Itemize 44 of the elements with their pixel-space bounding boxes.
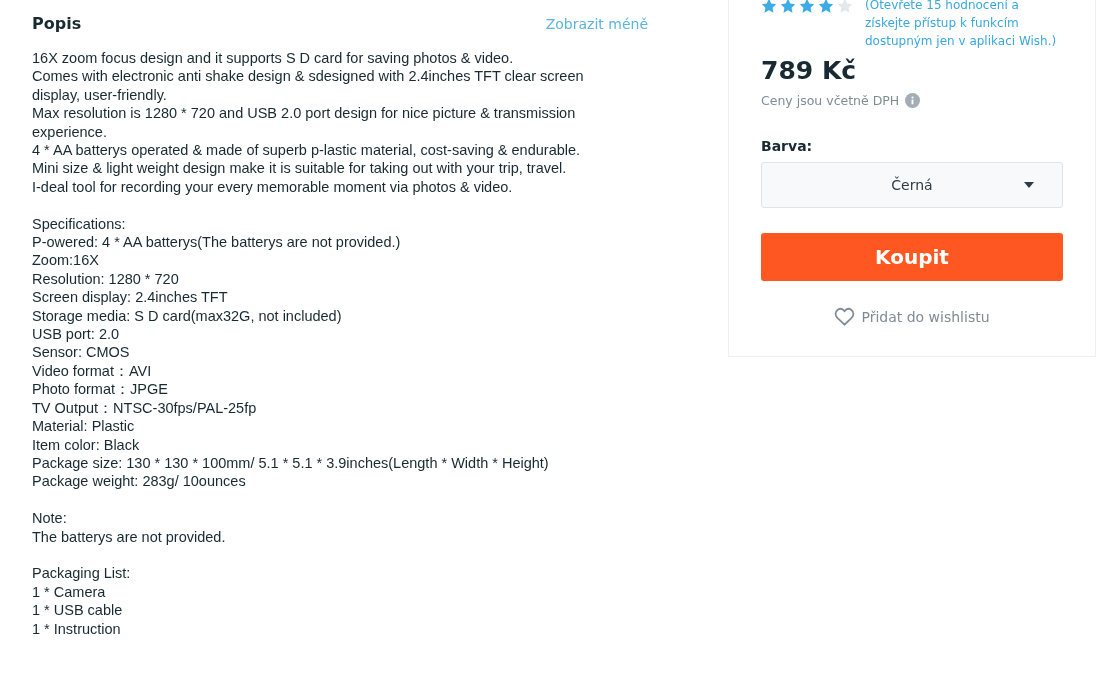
color-select[interactable]: Černá <box>761 162 1063 208</box>
description-line: Sensor: CMOS <box>32 343 131 362</box>
empty-star-icon <box>837 0 853 14</box>
description-line: Max resolution is 1280 * 720 and USB 2.0 port design for nice picture & transmission experience. <box>32 104 577 142</box>
heart-icon <box>834 307 856 326</box>
color-label: Barva: <box>761 138 814 154</box>
description-line: Material: Plastic <box>32 417 136 436</box>
description-line: 16X zoom focus design and it supports S D card for saving photos & video. <box>32 49 515 68</box>
description-line: 4 * AA batterys operated & made of superb p-lastic material, cost-saving & endurable. <box>32 141 582 160</box>
description-line: Screen display: 2.4inches TFT <box>32 288 229 307</box>
description-line: 1 * Camera <box>32 582 107 602</box>
section-title: Popis <box>32 14 82 33</box>
description-line: Item color: Black <box>32 435 141 454</box>
description-line: USB port: 2.0 <box>32 325 121 344</box>
description-line: I-deal tool for recording your every memorable moment via photos & video. <box>32 177 514 197</box>
vat-note: Ceny jsou včetně DPH <box>761 93 900 108</box>
description-line: Storage media: S D card(max32G, not included) <box>32 306 343 326</box>
description-line: 1 * Instruction <box>32 619 122 638</box>
description-line: Resolution: 1280 * 720 <box>32 269 180 289</box>
caret-icon <box>1024 182 1034 188</box>
description-line: Video format：AVI <box>32 361 153 381</box>
star-icon <box>761 0 777 14</box>
description-line: Comes with electronic anti shake design & sdesigned with 2.4inches TFT clear screen display, user-friendly. <box>32 67 585 105</box>
description-line: Photo format：JPGE <box>32 380 169 399</box>
info-icon[interactable] <box>905 93 921 108</box>
description-line: TV Output：NTSC-30fps/PAL-25fp <box>32 398 258 418</box>
description-line: Mini size & light weight design make it is suitable for taking out with your trip, travel. <box>32 159 568 178</box>
description-line: Specifications: <box>32 214 127 234</box>
star-icon <box>799 0 815 14</box>
wishlist-link[interactable]: Přidat do wishlistu <box>761 307 1063 326</box>
show-less-link[interactable]: Zobrazit méně <box>545 15 648 32</box>
buy-button[interactable]: Koupit <box>761 233 1063 281</box>
description-line: Package size: 130 * 130 * 100mm/ 5.1 * 5.1 * 3.9inches(Length * Width * Height) <box>32 453 550 473</box>
rating-note: (Otevřete 15 hodnocení a získejte přístup k funkcím dostupným jen v aplikaci Wish.) <box>865 0 1058 50</box>
description-line: Packaging List: <box>32 564 132 583</box>
description-line: Package weight: 283g/ 10ounces <box>32 472 247 491</box>
description-line: P-owered: 4 * AA batterys(The batterys are not provided.) <box>32 233 402 252</box>
description-line: Zoom:16X <box>32 251 100 270</box>
description-line: The batterys are not provided. <box>32 527 227 546</box>
price: 789 Kč <box>761 56 858 85</box>
star-icon <box>818 0 834 14</box>
description-line: Note: <box>32 509 68 528</box>
description-line: 1 * USB cable <box>32 601 124 620</box>
star-icon <box>780 0 796 14</box>
